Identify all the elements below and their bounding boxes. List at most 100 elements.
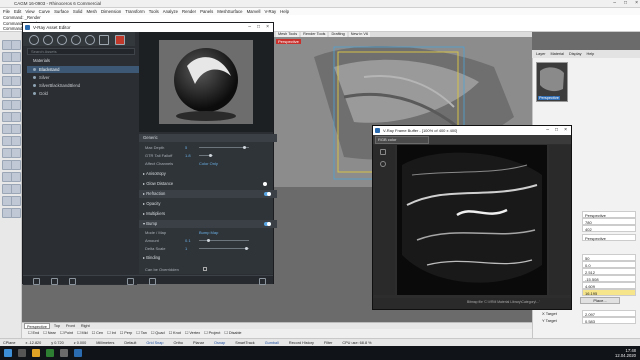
text-tool-icon[interactable] xyxy=(11,76,21,86)
osnap-toggle[interactable]: Osnap xyxy=(214,339,225,346)
file-explorer-icon[interactable] xyxy=(32,349,40,357)
geometry-icon[interactable] xyxy=(57,35,67,45)
boolean-tool-icon[interactable] xyxy=(11,124,21,134)
filter-toggle[interactable]: Filter xyxy=(324,339,332,346)
split-tool-icon[interactable] xyxy=(11,184,21,194)
scale-tool-icon[interactable] xyxy=(11,148,21,158)
save-image-icon[interactable] xyxy=(380,149,386,155)
menu-panels[interactable]: Panels xyxy=(200,8,213,15)
copy-tool-icon[interactable] xyxy=(11,136,21,146)
menu-marvell[interactable]: Marvell xyxy=(247,8,261,15)
osnap-near[interactable]: ☐ Near xyxy=(43,329,56,338)
tab-material[interactable]: Material xyxy=(549,50,567,58)
rhino-taskbar-icon[interactable] xyxy=(60,349,68,357)
section-glow-distance[interactable]: ▸ Glow Distance xyxy=(139,180,277,188)
menu-edit[interactable]: Edit xyxy=(14,8,21,15)
osnap-vertex[interactable]: ☐ Vertex xyxy=(185,329,200,338)
section-multipliers[interactable]: ▸ Multipliers xyxy=(139,210,277,218)
osnap-int[interactable]: ☐ Int xyxy=(107,329,116,338)
material-item[interactable]: Silver xyxy=(27,74,141,81)
maximize-icon[interactable]: □ xyxy=(555,127,558,133)
menu-curve[interactable]: Curve xyxy=(39,8,50,15)
render-preview-icon[interactable] xyxy=(149,278,156,285)
menu-vray[interactable]: V-Ray xyxy=(264,8,276,15)
tab-layer[interactable]: Layer xyxy=(534,50,548,58)
section-anisotropy[interactable]: ▸ Anisotropy xyxy=(139,170,277,178)
settings-icon[interactable] xyxy=(99,35,109,45)
system-clock[interactable]: 17:48 12.04.2020 xyxy=(615,348,636,358)
vray-taskbar-icon[interactable] xyxy=(74,349,82,357)
add-icon[interactable] xyxy=(69,278,76,285)
osnap-point[interactable]: ☐ Point xyxy=(60,329,73,338)
osnap-knot[interactable]: ☐ Knot xyxy=(169,329,181,338)
section-binding[interactable]: ▸ Binding xyxy=(139,254,277,262)
save-icon[interactable] xyxy=(51,278,58,285)
minimize-icon[interactable]: – xyxy=(248,24,251,30)
osnap-perp[interactable]: ☐ Perp xyxy=(120,329,133,338)
close-icon[interactable]: × xyxy=(635,0,638,8)
osnap-quad[interactable]: ☐ Quad xyxy=(151,329,165,338)
bump-amount-slider[interactable] xyxy=(199,239,249,242)
section-opacity[interactable]: ▸ Opacity xyxy=(139,200,277,208)
rectangle-tool-icon[interactable] xyxy=(11,64,21,74)
bump-toggle[interactable] xyxy=(264,222,271,226)
offset-tool-icon[interactable] xyxy=(11,88,21,98)
textures-icon[interactable] xyxy=(71,35,81,45)
max-depth-slider[interactable] xyxy=(199,146,249,149)
menu-mesh[interactable]: Mesh xyxy=(86,8,97,15)
gumball-toggle[interactable]: Gumball xyxy=(265,339,279,346)
delta-scale-slider[interactable] xyxy=(199,247,249,250)
lights-icon[interactable] xyxy=(43,35,53,45)
render-button-icon[interactable] xyxy=(380,161,386,167)
osnap-disable[interactable]: ☐ Disable xyxy=(224,329,241,338)
channel-select[interactable]: RGB color xyxy=(375,136,429,144)
asset-search-input[interactable]: Search Assets xyxy=(27,48,135,55)
planar-toggle[interactable]: Planar xyxy=(193,339,204,346)
minimize-icon[interactable]: – xyxy=(546,127,549,133)
menu-view[interactable]: View xyxy=(25,8,34,15)
menu-render[interactable]: Render xyxy=(182,8,196,15)
menu-meshsurface[interactable]: MeshSurface xyxy=(217,8,242,15)
tab-help[interactable]: Help xyxy=(584,50,596,58)
materials-icon[interactable] xyxy=(29,35,39,45)
menu-transform[interactable]: Transform xyxy=(125,8,144,15)
menu-solid[interactable]: Solid xyxy=(73,8,83,15)
menu-dimension[interactable]: Dimension xyxy=(101,8,121,15)
menu-analyze[interactable]: Analyze xyxy=(163,8,178,15)
analyze-tool-icon[interactable] xyxy=(11,208,21,218)
material-item[interactable]: Blackstand xyxy=(27,66,141,73)
close-icon[interactable]: × xyxy=(564,127,567,133)
maximize-icon[interactable]: □ xyxy=(257,24,260,30)
osnap-cen[interactable]: ☐ Cen xyxy=(92,329,103,338)
record-history-toggle[interactable]: Record History xyxy=(289,339,314,346)
grid-snap-toggle[interactable]: Grid Snap xyxy=(146,339,163,346)
render-elements-icon[interactable] xyxy=(85,35,95,45)
osnap-mid[interactable]: ☐ Mid xyxy=(77,329,88,338)
circle-tool-icon[interactable] xyxy=(11,52,21,62)
smarttrack-toggle[interactable]: SmartTrack xyxy=(235,339,254,346)
explode-tool-icon[interactable] xyxy=(11,172,21,182)
polyline-tool-icon[interactable] xyxy=(11,40,21,50)
menu-surface[interactable]: Surface xyxy=(54,8,69,15)
ortho-toggle[interactable]: Ortho xyxy=(174,339,184,346)
maximize-icon[interactable]: □ xyxy=(624,0,627,8)
import-icon[interactable] xyxy=(33,278,40,285)
browser-icon[interactable] xyxy=(46,349,54,357)
menu-help[interactable]: Help xyxy=(280,8,289,15)
material-item[interactable]: SilverBlackSandBlend xyxy=(27,82,141,89)
menu-tools[interactable]: Tools xyxy=(149,8,159,15)
material-item[interactable]: Gold xyxy=(27,90,141,97)
array-tool-icon[interactable] xyxy=(11,160,21,170)
section-bump[interactable]: ▾ Bump xyxy=(139,220,277,228)
minimize-icon[interactable]: – xyxy=(613,0,616,8)
place-button[interactable]: Place... xyxy=(580,297,620,304)
osnap-tan[interactable]: ☐ Tan xyxy=(136,329,147,338)
section-generic[interactable]: Generic xyxy=(139,134,277,142)
tab-display[interactable]: Display xyxy=(567,50,583,58)
render-icon[interactable] xyxy=(115,35,125,45)
layer-label[interactable]: Default xyxy=(124,339,136,346)
close-icon[interactable]: × xyxy=(266,24,269,30)
osnap-project[interactable]: ☐ Project xyxy=(204,329,220,338)
start-icon[interactable] xyxy=(4,349,12,357)
refraction-toggle[interactable] xyxy=(264,192,271,196)
